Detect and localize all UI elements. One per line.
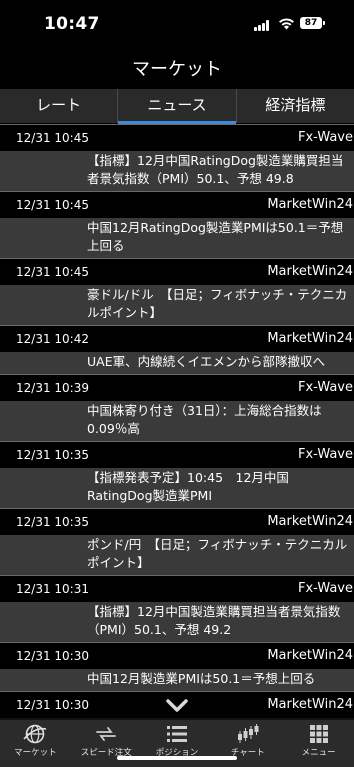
news-item[interactable]: 12/31 10:45 MarketWin24 豪ドル/ドル 【日足；フィボナッチ…: [0, 258, 354, 325]
news-source: Fx-Wave: [297, 125, 354, 151]
news-source: MarketWin24: [267, 259, 354, 285]
news-time: 12/31 10:31: [0, 576, 100, 602]
battery-cap: [323, 21, 325, 25]
news-headline: 【指標】12月中国製造業購買担当者景気指数（PMI）50.1、予想 49.2: [87, 602, 354, 642]
news-headline: 中国12月製造業PMIは50.1＝予想上回る: [87, 669, 354, 691]
news-item[interactable]: 12/31 10:42 MarketWin24 UAE軍、内線続くイエメンから部隊…: [0, 325, 354, 374]
page-title: マーケット: [132, 59, 222, 80]
tab-economic-indicators[interactable]: 経済指標: [235, 89, 354, 123]
news-list[interactable]: 12/31 10:45 Fx-Wave 【指標】12月中国RatingDog製造業…: [0, 124, 354, 720]
battery-icon: 87: [300, 17, 322, 29]
news-item[interactable]: 12/31 10:39 Fx-Wave 中国株寄り付き（31日）：上海総合指数は0…: [0, 374, 354, 441]
news-source: MarketWin24: [267, 692, 354, 718]
news-source: MarketWin24: [267, 326, 354, 352]
news-source: Fx-Wave: [297, 442, 354, 468]
news-source: MarketWin24: [267, 509, 354, 535]
segment-tabs: レート ニュース 経済指標: [0, 89, 354, 124]
news-item[interactable]: 12/31 10:45 MarketWin24 中国12月RatingDog製造業…: [0, 191, 354, 258]
news-headline: UAE軍、内線続くイエメンから部隊撤収へ: [87, 352, 354, 374]
news-item[interactable]: 12/31 10:35 Fx-Wave 【指標発表予定】10:45 12月中国Ra…: [0, 441, 354, 508]
news-time: 12/31 10:45: [0, 259, 100, 285]
news-source: MarketWin24: [267, 192, 354, 218]
globe-icon: [23, 724, 47, 744]
tabbar-label: マーケット: [14, 748, 57, 758]
tab-rate[interactable]: レート: [0, 89, 117, 123]
news-source: Fx-Wave: [297, 576, 354, 602]
tab-news[interactable]: ニュース: [117, 89, 236, 124]
news-source: Fx-Wave: [297, 375, 354, 401]
news-headline: 豪ドル/ドル 【日足；フィボナッチ・テクニカルポイント】: [87, 285, 354, 325]
status-time: 10:47: [44, 14, 100, 34]
news-headline: 【指標】12月中国RatingDog製造業購買担当者景気指数（PMI）50.1、…: [87, 151, 354, 191]
tabbar-label: メニュー: [301, 748, 336, 758]
news-headline: 中国株寄り付き（31日）：上海総合指数は0.09％高: [87, 401, 354, 441]
status-bar: 10:47 87: [0, 0, 354, 44]
wifi-icon: [279, 18, 294, 30]
news-time: 12/31 10:35: [0, 442, 100, 468]
tabbar-menu[interactable]: メニュー: [283, 720, 354, 767]
tabbar-market[interactable]: マーケット: [0, 720, 71, 767]
news-item[interactable]: 12/31 10:45 Fx-Wave 【指標】12月中国RatingDog製造業…: [0, 124, 354, 191]
news-time: 12/31 10:30: [0, 643, 100, 669]
list-icon: [166, 726, 187, 742]
candlestick-icon: [237, 724, 259, 743]
news-item[interactable]: 12/31 10:31 Fx-Wave 【指標】12月中国製造業購買担当者景気指数…: [0, 575, 354, 642]
news-item[interactable]: 12/31 10:30 MarketWin24 中国12月製造業PMIは50.1＝…: [0, 642, 354, 691]
news-time: 12/31 10:30: [0, 692, 100, 718]
news-source: MarketWin24: [267, 643, 354, 669]
news-item[interactable]: 12/31 10:35 MarketWin24 ポンド/円 【日足；フィボナッチ・…: [0, 508, 354, 575]
news-time: 12/31 10:45: [0, 125, 100, 151]
news-time: 12/31 10:42: [0, 326, 100, 352]
news-time: 12/31 10:45: [0, 192, 100, 218]
news-headline: 【指標発表予定】10:45 12月中国RatingDog製造業PMI: [87, 468, 354, 508]
news-time: 12/31 10:35: [0, 509, 100, 535]
news-time: 12/31 10:39: [0, 375, 100, 401]
grid-menu-icon: [309, 725, 328, 743]
chevron-down-icon[interactable]: [165, 697, 189, 715]
news-headline: 中国12月RatingDog製造業PMIは50.1＝予想上回る: [87, 218, 354, 258]
speed-order-icon: [96, 727, 117, 741]
news-headline: ポンド/円 【日足；フィボナッチ・テクニカルポイント】: [87, 535, 354, 575]
cellular-signal-icon: [254, 20, 271, 31]
home-indicator: [117, 756, 237, 760]
